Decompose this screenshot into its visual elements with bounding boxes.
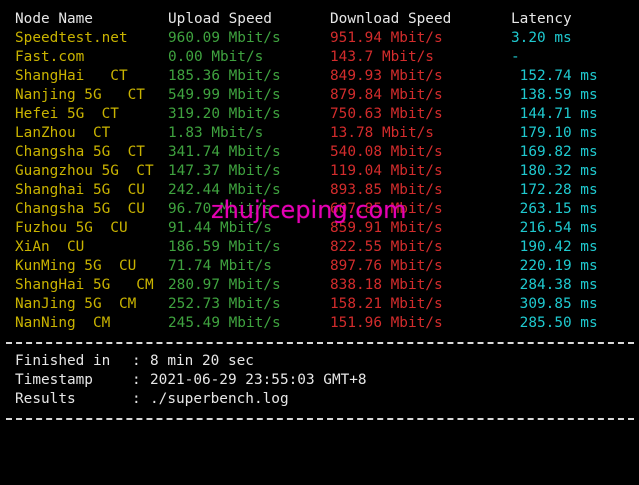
watermark-text: zhujiceping.com [211, 196, 407, 224]
row-upload-speed: 186.59 Mbit/s [168, 239, 281, 255]
header-upload-speed: Upload Speed [168, 11, 272, 27]
row-latency: 263.15 ms [511, 201, 598, 217]
summary-finished-label: Finished in [15, 353, 111, 369]
row-download-speed: 119.04 Mbit/s [330, 163, 443, 179]
summary-results-row: Results : ./superbench.log [0, 390, 639, 409]
row-download-speed: 540.08 Mbit/s [330, 144, 443, 160]
row-latency: 284.38 ms [511, 277, 598, 293]
row-download-speed: 151.96 Mbit/s [330, 315, 443, 331]
terminal-window: Node Name Upload Speed Download Speed La… [0, 0, 639, 424]
table-row: NanNing CM 245.49 Mbit/s 151.96 Mbit/s 2… [0, 314, 639, 333]
summary-timestamp-row: Timestamp : 2021-06-29 23:55:03 GMT+8 [0, 371, 639, 390]
row-node-name: Guangzhou 5G CT [15, 163, 154, 179]
row-download-speed: 849.93 Mbit/s [330, 68, 443, 84]
row-node-name: NanNing CM [15, 315, 111, 331]
table-row: Fast.com 0.00 Mbit/s 143.7 Mbit/s - [0, 48, 639, 67]
row-node-name: Hefei 5G CT [15, 106, 119, 122]
summary-timestamp-label: Timestamp [15, 372, 93, 388]
row-latency: 220.19 ms [511, 258, 598, 274]
row-latency: - [511, 49, 520, 65]
row-download-speed: 13.78 Mbit/s [330, 125, 434, 141]
table-row: Speedtest.net 960.09 Mbit/s 951.94 Mbit/… [0, 29, 639, 48]
row-node-name: Changsha 5G CU [15, 201, 145, 217]
row-latency: 216.54 ms [511, 220, 598, 236]
row-upload-speed: 71.74 Mbit/s [168, 258, 272, 274]
row-latency: 144.71 ms [511, 106, 598, 122]
row-node-name: Shanghai 5G CU [15, 182, 145, 198]
row-node-name: XiAn CU [15, 239, 85, 255]
row-latency: 169.82 ms [511, 144, 598, 160]
row-latency: 172.28 ms [511, 182, 598, 198]
row-download-speed: 879.84 Mbit/s [330, 87, 443, 103]
row-latency: 179.10 ms [511, 125, 598, 141]
row-upload-speed: 252.73 Mbit/s [168, 296, 281, 312]
row-download-speed: 158.21 Mbit/s [330, 296, 443, 312]
row-node-name: ShangHai CT [15, 68, 128, 84]
table-row: Hefei 5G CT 319.20 Mbit/s 750.63 Mbit/s … [0, 105, 639, 124]
row-node-name: KunMing 5G CU [15, 258, 137, 274]
row-upload-speed: 341.74 Mbit/s [168, 144, 281, 160]
row-latency: 285.50 ms [511, 315, 598, 331]
row-upload-speed: 185.36 Mbit/s [168, 68, 281, 84]
row-download-speed: 838.18 Mbit/s [330, 277, 443, 293]
row-upload-speed: 960.09 Mbit/s [168, 30, 281, 46]
row-download-speed: 951.94 Mbit/s [330, 30, 443, 46]
row-latency: 190.42 ms [511, 239, 598, 255]
summary-finished-row: Finished in : 8 min 20 sec [0, 352, 639, 371]
summary-separator: : [132, 353, 141, 369]
row-download-speed: 897.76 Mbit/s [330, 258, 443, 274]
row-latency: 138.59 ms [511, 87, 598, 103]
dashed-divider-bottom [6, 418, 634, 420]
row-latency: 152.74 ms [511, 68, 598, 84]
row-upload-speed: 280.97 Mbit/s [168, 277, 281, 293]
row-download-speed: 822.55 Mbit/s [330, 239, 443, 255]
row-download-speed: 750.63 Mbit/s [330, 106, 443, 122]
table-row: NanJing 5G CM 252.73 Mbit/s 158.21 Mbit/… [0, 295, 639, 314]
dashed-divider-top [6, 342, 634, 344]
table-row: KunMing 5G CU 71.74 Mbit/s 897.76 Mbit/s… [0, 257, 639, 276]
row-node-name: NanJing 5G CM [15, 296, 137, 312]
row-node-name: Fuzhou 5G CU [15, 220, 128, 236]
header-download-speed: Download Speed [330, 11, 452, 27]
row-node-name: Speedtest.net [15, 30, 128, 46]
row-upload-speed: 245.49 Mbit/s [168, 315, 281, 331]
row-upload-speed: 147.37 Mbit/s [168, 163, 281, 179]
summary-results-label: Results [15, 391, 76, 407]
table-row: Changsha 5G CT 341.74 Mbit/s 540.08 Mbit… [0, 143, 639, 162]
row-node-name: Fast.com [15, 49, 85, 65]
table-row: ShangHai CT 185.36 Mbit/s 849.93 Mbit/s … [0, 67, 639, 86]
row-upload-speed: 1.83 Mbit/s [168, 125, 264, 141]
row-latency: 309.85 ms [511, 296, 598, 312]
row-download-speed: 143.7 Mbit/s [330, 49, 434, 65]
summary-separator: : [132, 372, 141, 388]
row-node-name: ShangHai 5G CM [15, 277, 154, 293]
row-latency: 180.32 ms [511, 163, 598, 179]
row-upload-speed: 0.00 Mbit/s [168, 49, 264, 65]
row-node-name: Changsha 5G CT [15, 144, 145, 160]
summary-finished-value: 8 min 20 sec [150, 353, 254, 369]
summary-separator: : [132, 391, 141, 407]
row-node-name: Nanjing 5G CT [15, 87, 145, 103]
table-row: Nanjing 5G CT 549.99 Mbit/s 879.84 Mbit/… [0, 86, 639, 105]
table-row: LanZhou CT 1.83 Mbit/s 13.78 Mbit/s 179.… [0, 124, 639, 143]
table-row: Guangzhou 5G CT 147.37 Mbit/s 119.04 Mbi… [0, 162, 639, 181]
table-row: ShangHai 5G CM 280.97 Mbit/s 838.18 Mbit… [0, 276, 639, 295]
row-upload-speed: 319.20 Mbit/s [168, 106, 281, 122]
row-latency: 3.20 ms [511, 30, 572, 46]
table-header-row: Node Name Upload Speed Download Speed La… [0, 10, 639, 29]
header-node-name: Node Name [15, 11, 93, 27]
table-row: XiAn CU 186.59 Mbit/s 822.55 Mbit/s 190.… [0, 238, 639, 257]
summary-results-value: ./superbench.log [150, 391, 289, 407]
row-upload-speed: 549.99 Mbit/s [168, 87, 281, 103]
header-latency: Latency [511, 11, 572, 27]
summary-timestamp-value: 2021-06-29 23:55:03 GMT+8 [150, 372, 367, 388]
row-node-name: LanZhou CT [15, 125, 111, 141]
